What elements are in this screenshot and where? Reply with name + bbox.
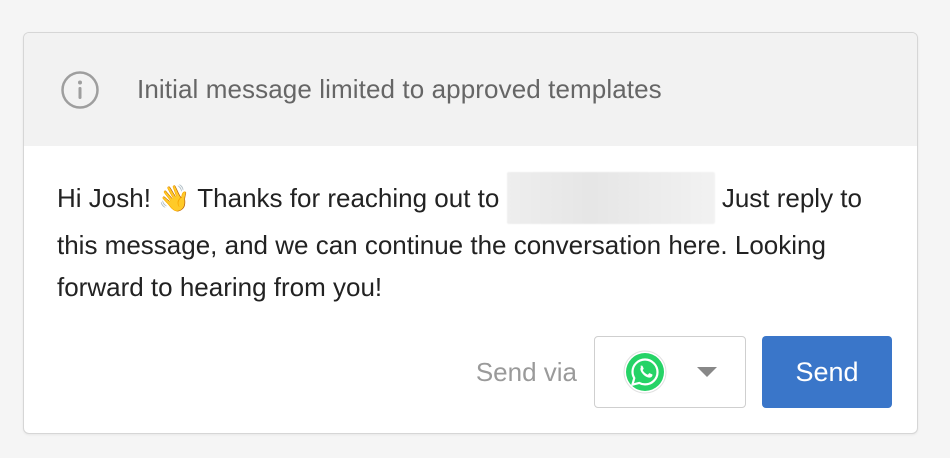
message-body: Hi Josh! 👋 Thanks for reaching out to Ju…	[57, 172, 877, 308]
chevron-down-icon	[697, 367, 717, 377]
send-via-label: Send via	[475, 356, 577, 387]
channel-select[interactable]	[594, 336, 746, 408]
template-notice-banner: Initial message limited to approved temp…	[24, 33, 917, 146]
whatsapp-icon	[623, 350, 667, 394]
message-text-start: Hi Josh! 👋 Thanks for reaching out to	[57, 183, 500, 213]
redacted-company-name	[506, 172, 715, 224]
info-circle-icon	[60, 70, 100, 110]
message-footer: Send via Send	[476, 336, 892, 408]
template-message-card: Initial message limited to approved temp…	[23, 32, 918, 434]
notice-text: Initial message limited to approved temp…	[137, 74, 662, 104]
send-button[interactable]: Send	[762, 336, 892, 408]
